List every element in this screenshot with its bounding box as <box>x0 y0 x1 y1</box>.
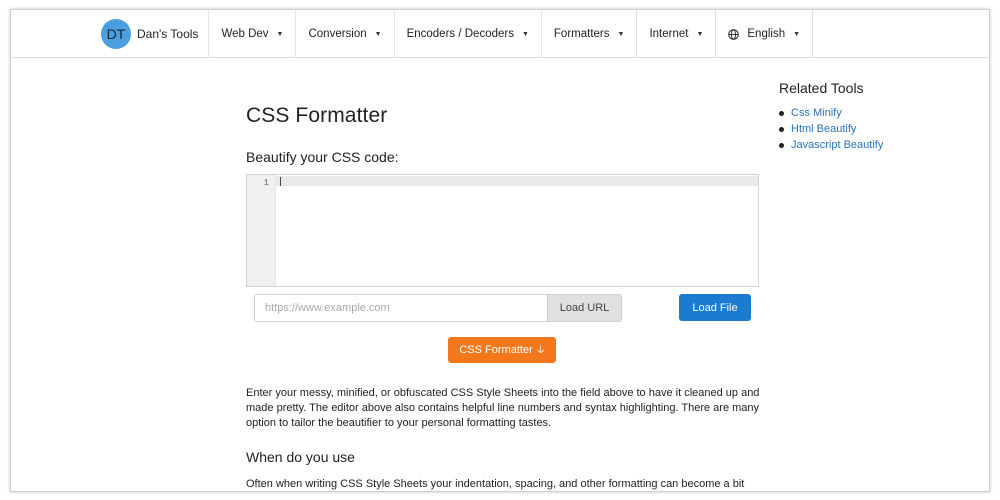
brand-home-link[interactable]: DT Dan's Tools <box>99 10 210 58</box>
css-code-editor[interactable]: 1 <box>246 174 759 287</box>
list-item: Html Beautify <box>779 121 883 137</box>
section-text: Often when writing CSS Style Sheets your… <box>246 478 745 490</box>
line-number: 1 <box>263 178 269 188</box>
browser-frame: DT Dan's Tools Web Dev ▼ Conversion ▼ En… <box>10 9 990 492</box>
active-line-highlight <box>276 176 758 186</box>
caret-down-icon: ▼ <box>793 30 801 38</box>
nav-item-label: Internet <box>649 28 689 40</box>
caret-down-icon: ▼ <box>521 30 529 38</box>
top-navbar: DT Dan's Tools Web Dev ▼ Conversion ▼ En… <box>11 10 989 58</box>
nav-web-dev[interactable]: Web Dev ▼ <box>209 10 297 58</box>
nav-item-label: Web Dev <box>221 28 269 40</box>
bullet-icon <box>779 126 784 132</box>
globe-icon <box>728 28 740 40</box>
load-url-button[interactable]: Load URL <box>547 294 622 322</box>
related-tools-list: Css Minify Html Beautify Javascript Beau… <box>779 105 883 153</box>
nav-item-label: Encoders / Decoders <box>406 28 514 40</box>
related-link-javascript-beautify[interactable]: Javascript Beautify <box>791 139 883 151</box>
brand-logo: DT <box>101 19 131 49</box>
css-formatter-button[interactable]: CSS Formatter 🡣 <box>448 337 556 363</box>
bullet-icon <box>779 110 784 116</box>
nav-encoders-decoders[interactable]: Encoders / Decoders ▼ <box>395 10 542 58</box>
caret-down-icon: ▼ <box>276 30 284 38</box>
section-heading: When do you use <box>246 449 355 465</box>
text-cursor <box>280 177 281 186</box>
related-link-html-beautify[interactable]: Html Beautify <box>791 123 856 135</box>
nav-item-label: Conversion <box>308 28 367 40</box>
nav-language-selector[interactable]: English ▼ <box>716 10 814 58</box>
language-label: English <box>747 28 786 40</box>
list-item: Css Minify <box>779 105 883 121</box>
page-subtitle: Beautify your CSS code: <box>246 149 399 165</box>
related-link-css-minify[interactable]: Css Minify <box>791 107 842 119</box>
format-button-label: CSS Formatter <box>459 344 533 356</box>
caret-down-icon: ▼ <box>374 30 382 38</box>
url-input[interactable] <box>254 294 548 322</box>
page-title: CSS Formatter <box>246 104 388 127</box>
nav-item-label: Formatters <box>553 28 610 40</box>
nav-internet[interactable]: Internet ▼ <box>637 10 717 58</box>
tool-description: Enter your messy, minified, or obfuscate… <box>246 387 760 429</box>
brand-name: Dan's Tools <box>137 27 199 41</box>
list-item: Javascript Beautify <box>779 137 883 153</box>
caret-down-icon: ▼ <box>696 30 704 38</box>
arrow-down-icon: 🡣 <box>536 343 545 356</box>
bullet-icon <box>779 142 784 148</box>
related-tools-title: Related Tools <box>779 80 864 96</box>
nav-conversion[interactable]: Conversion ▼ <box>296 10 395 58</box>
line-number-gutter: 1 <box>247 175 276 286</box>
caret-down-icon: ▼ <box>617 30 625 38</box>
load-file-button[interactable]: Load File <box>679 294 751 321</box>
nav-formatters[interactable]: Formatters ▼ <box>542 10 638 58</box>
